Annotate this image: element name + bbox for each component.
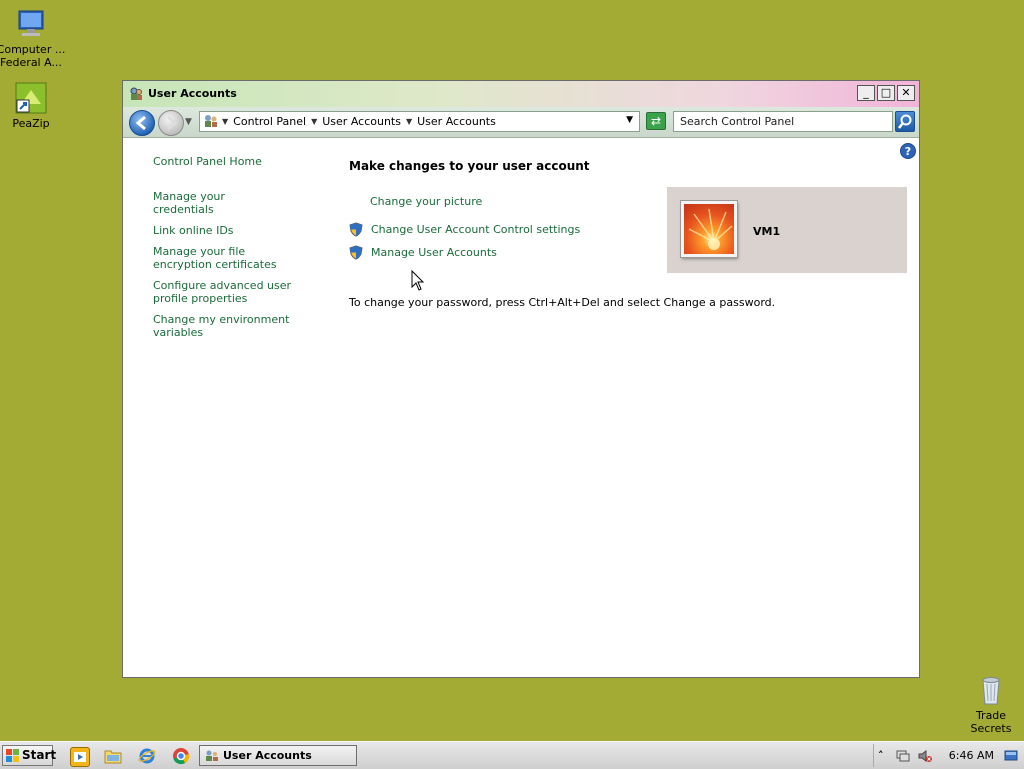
main-content: Make changes to your user account Change… [349,159,909,309]
user-accounts-window: User Accounts _ □ ✕ ▼ ▼ Control Panel ▼ … [122,80,920,678]
shield-icon [349,222,363,237]
breadcrumb-item[interactable]: Control Panel [233,115,306,128]
file-encryption-link[interactable]: Manage your file encryption certificates [153,245,303,271]
help-icon: ? [904,145,912,158]
manage-credentials-link[interactable]: Manage your credentials [153,190,283,216]
search-input[interactable]: Search Control Panel [673,111,893,132]
file-explorer-icon[interactable] [104,747,122,765]
taskbar: Start User Accounts ˄ 6:46 AM [0,741,1024,769]
control-panel-home-link[interactable]: Control Panel Home [153,155,328,168]
maximize-icon: □ [880,86,892,99]
show-hidden-icons-chevron[interactable]: ˄ [878,749,892,763]
forward-arrow-icon [167,115,178,131]
search-icon [898,114,912,129]
desktop-icon-label: Federal A... [0,56,62,69]
desktop-icon-label: Trade [975,709,1007,722]
breadcrumb-item[interactable]: User Accounts [322,115,401,128]
computer-icon [15,8,47,40]
desktop-icon-computer[interactable]: Computer ... Federal A... [0,8,66,69]
control-panel-icon [203,114,219,128]
change-picture-link[interactable]: Change your picture [370,195,482,208]
window-title: User Accounts [148,87,237,100]
back-arrow-icon [135,115,146,131]
desktop-icon-label: PeaZip [12,117,50,130]
breadcrumb-separator-icon[interactable]: ▼ [311,117,317,126]
task-label[interactable]: Change User Account Control settings [371,223,580,236]
minimize-button[interactable]: _ [857,85,875,101]
taskbar-button-user-accounts[interactable]: User Accounts [199,745,357,766]
refresh-button[interactable]: ⇄ [646,112,666,130]
clock[interactable]: 6:46 AM [949,749,994,762]
uac-settings-link[interactable]: Change User Account Control settings [349,222,580,237]
account-name: VM1 [753,225,781,238]
mouse-cursor-icon [411,270,425,291]
desktop-icon-peazip[interactable]: PeaZip [0,82,66,130]
breadcrumb-separator-icon[interactable]: ▼ [222,117,228,126]
minimize-icon: _ [863,86,869,99]
back-button[interactable] [129,110,155,136]
flower-picture-icon [688,208,733,250]
user-accounts-icon [206,750,218,761]
help-button[interactable]: ? [900,143,916,159]
desktop-icon-label: Secrets [970,722,1012,735]
link-online-ids-link[interactable]: Link online IDs [153,224,328,237]
close-button[interactable]: ✕ [897,85,915,101]
breadcrumb-item[interactable]: User Accounts [417,115,496,128]
desktop-icon-recycle-bin[interactable]: Trade Secrets [956,674,1024,735]
advanced-profile-link[interactable]: Configure advanced user profile properti… [153,279,323,305]
chrome-icon[interactable] [172,747,190,765]
peazip-icon [15,82,47,114]
account-card: VM1 [667,187,907,273]
user-avatar[interactable] [681,201,737,257]
show-desktop-icon[interactable] [1004,749,1018,763]
recent-pages-dropdown-icon[interactable]: ▼ [185,117,192,127]
password-instructions: To change your password, press Ctrl+Alt+… [349,296,776,309]
network-icon[interactable] [896,749,910,763]
media-player-icon[interactable] [70,747,90,767]
environment-variables-link[interactable]: Change my environment variables [153,313,328,339]
desktop-icon-label: Computer ... [0,43,66,56]
refresh-icon: ⇄ [650,114,662,128]
internet-explorer-icon[interactable] [138,747,156,765]
close-icon: ✕ [901,86,911,99]
manage-user-accounts-link[interactable]: Manage User Accounts [349,245,497,260]
window-titlebar[interactable]: User Accounts _ □ ✕ [123,81,919,107]
maximize-button[interactable]: □ [877,85,895,101]
taskbar-button-label: User Accounts [223,749,312,762]
start-label: Start [22,748,57,762]
windows-logo-icon [6,749,19,762]
address-dropdown-icon[interactable]: ▼ [626,115,633,125]
start-button[interactable]: Start [2,745,57,766]
address-bar[interactable]: ▼ Control Panel ▼ User Accounts ▼ User A… [199,111,640,132]
search-placeholder: Search Control Panel [680,115,795,128]
task-label[interactable]: Change your picture [370,195,482,208]
task-label[interactable]: Manage User Accounts [371,246,497,259]
search-button[interactable] [895,111,915,132]
breadcrumb-separator-icon[interactable]: ▼ [406,117,412,126]
user-accounts-icon [129,86,144,101]
navigation-toolbar: ▼ ▼ Control Panel ▼ User Accounts ▼ User… [123,107,919,138]
left-navigation-pane: Control Panel Home Manage your credentia… [153,155,328,339]
page-heading: Make changes to your user account [349,159,590,173]
shield-icon [349,245,363,260]
system-tray: ˄ 6:46 AM [873,744,1024,767]
forward-button[interactable] [158,110,184,136]
recycle-bin-icon [975,674,1007,706]
volume-muted-icon[interactable] [918,749,932,763]
